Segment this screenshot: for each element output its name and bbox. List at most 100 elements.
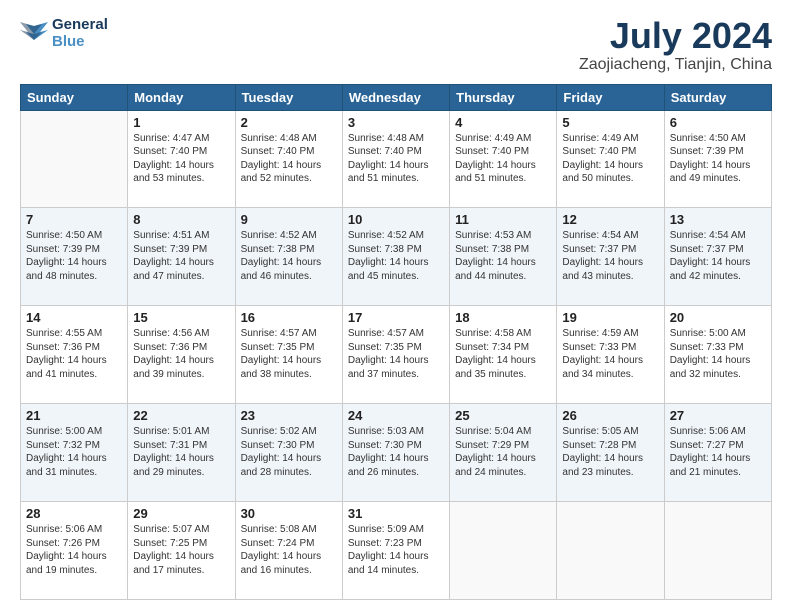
header: General Blue July 2024 Zaojiacheng, Tian…: [20, 16, 772, 74]
daylight-cont: and 43 minutes.: [562, 271, 633, 282]
daylight-text: Daylight: 14 hours: [670, 355, 751, 366]
table-row: 17Sunrise: 4:57 AMSunset: 7:35 PMDayligh…: [342, 306, 449, 404]
daylight-text: Daylight: 14 hours: [133, 160, 214, 171]
day-number: 8: [133, 212, 229, 227]
day-number: 12: [562, 212, 658, 227]
cell-info: Sunrise: 5:06 AMSunset: 7:26 PMDaylight:…: [26, 523, 122, 577]
sunset-text: Sunset: 7:39 PM: [133, 244, 207, 255]
day-number: 18: [455, 310, 551, 325]
sunset-text: Sunset: 7:33 PM: [562, 342, 636, 353]
cell-info: Sunrise: 4:52 AMSunset: 7:38 PMDaylight:…: [241, 229, 337, 283]
day-number: 1: [133, 115, 229, 130]
sunrise-text: Sunrise: 5:07 AM: [133, 524, 209, 535]
cell-info: Sunrise: 5:00 AMSunset: 7:32 PMDaylight:…: [26, 425, 122, 479]
table-row: [664, 502, 771, 600]
sunset-text: Sunset: 7:40 PM: [133, 146, 207, 157]
daylight-cont: and 41 minutes.: [26, 369, 97, 380]
table-row: 9Sunrise: 4:52 AMSunset: 7:38 PMDaylight…: [235, 208, 342, 306]
sunrise-text: Sunrise: 5:03 AM: [348, 426, 424, 437]
daylight-text: Daylight: 14 hours: [133, 551, 214, 562]
day-number: 11: [455, 212, 551, 227]
table-row: 31Sunrise: 5:09 AMSunset: 7:23 PMDayligh…: [342, 502, 449, 600]
daylight-text: Daylight: 14 hours: [26, 355, 107, 366]
daylight-cont: and 45 minutes.: [348, 271, 419, 282]
daylight-text: Daylight: 14 hours: [348, 160, 429, 171]
sunset-text: Sunset: 7:38 PM: [455, 244, 529, 255]
cell-info: Sunrise: 4:54 AMSunset: 7:37 PMDaylight:…: [562, 229, 658, 283]
daylight-text: Daylight: 14 hours: [562, 453, 643, 464]
sunrise-text: Sunrise: 4:52 AM: [348, 230, 424, 241]
cell-info: Sunrise: 4:50 AMSunset: 7:39 PMDaylight:…: [670, 132, 766, 186]
col-saturday: Saturday: [664, 84, 771, 110]
daylight-text: Daylight: 14 hours: [26, 257, 107, 268]
daylight-cont: and 29 minutes.: [133, 467, 204, 478]
sunset-text: Sunset: 7:23 PM: [348, 538, 422, 549]
sunset-text: Sunset: 7:35 PM: [348, 342, 422, 353]
day-number: 23: [241, 408, 337, 423]
sunrise-text: Sunrise: 4:52 AM: [241, 230, 317, 241]
cell-info: Sunrise: 4:49 AMSunset: 7:40 PMDaylight:…: [562, 132, 658, 186]
day-number: 28: [26, 506, 122, 521]
calendar-week-row: 14Sunrise: 4:55 AMSunset: 7:36 PMDayligh…: [21, 306, 772, 404]
day-number: 29: [133, 506, 229, 521]
table-row: 30 Sunrise: 5:08 AMSunset: 7:24 PMDayligh…: [235, 502, 342, 600]
day-number: 17: [348, 310, 444, 325]
day-number: 5: [562, 115, 658, 130]
sunrise-text: Sunrise: 4:57 AM: [348, 328, 424, 339]
cell-info: Sunrise: 5:04 AMSunset: 7:29 PMDaylight:…: [455, 425, 551, 479]
daylight-text: Daylight: 14 hours: [562, 257, 643, 268]
sunrise-text: Sunrise: 4:57 AM: [241, 328, 317, 339]
cell-info: Sunrise: 4:51 AMSunset: 7:39 PMDaylight:…: [133, 229, 229, 283]
page: General Blue July 2024 Zaojiacheng, Tian…: [0, 0, 792, 612]
cell-info: Sunrise: 4:52 AMSunset: 7:38 PMDaylight:…: [348, 229, 444, 283]
day-number: 6: [670, 115, 766, 130]
day-number: 10: [348, 212, 444, 227]
sunrise-text: Sunrise: 4:54 AM: [562, 230, 638, 241]
cell-info: Sunrise: 4:56 AMSunset: 7:36 PMDaylight:…: [133, 327, 229, 381]
calendar-week-row: 21Sunrise: 5:00 AMSunset: 7:32 PMDayligh…: [21, 404, 772, 502]
cell-info: Sunrise: 5:06 AMSunset: 7:27 PMDaylight:…: [670, 425, 766, 479]
cell-info: Sunrise: 4:47 AMSunset: 7:40 PMDaylight:…: [133, 132, 229, 186]
sunrise-text: Sunrise: 5:06 AM: [670, 426, 746, 437]
table-row: 28 Sunrise: 5:06 AMSunset: 7:26 PMDayligh…: [21, 502, 128, 600]
daylight-cont: and 26 minutes.: [348, 467, 419, 478]
month-title: July 2024: [579, 16, 772, 56]
daylight-text: Daylight: 14 hours: [670, 453, 751, 464]
cell-info: Sunrise: 4:57 AMSunset: 7:35 PMDaylight:…: [348, 327, 444, 381]
daylight-text: Daylight: 14 hours: [348, 257, 429, 268]
cell-info: Sunrise: 5:02 AMSunset: 7:30 PMDaylight:…: [241, 425, 337, 479]
cell-info: Sunrise: 5:08 AMSunset: 7:24 PMDaylight:…: [241, 523, 337, 577]
daylight-text: Daylight: 14 hours: [455, 453, 536, 464]
cell-info: Sunrise: 4:49 AMSunset: 7:40 PMDaylight:…: [455, 132, 551, 186]
sunset-text: Sunset: 7:26 PM: [26, 538, 100, 549]
sunset-text: Sunset: 7:36 PM: [133, 342, 207, 353]
daylight-text: Daylight: 14 hours: [455, 355, 536, 366]
sunset-text: Sunset: 7:35 PM: [241, 342, 315, 353]
day-number: 22: [133, 408, 229, 423]
daylight-cont: and 32 minutes.: [670, 369, 741, 380]
daylight-text: Daylight: 14 hours: [241, 453, 322, 464]
calendar-week-row: 1 Sunrise: 4:47 AMSunset: 7:40 PMDaylight…: [21, 110, 772, 208]
col-wednesday: Wednesday: [342, 84, 449, 110]
table-row: 21Sunrise: 5:00 AMSunset: 7:32 PMDayligh…: [21, 404, 128, 502]
cell-info: Sunrise: 4:59 AMSunset: 7:33 PMDaylight:…: [562, 327, 658, 381]
day-number: 30: [241, 506, 337, 521]
cell-info: Sunrise: 5:00 AMSunset: 7:33 PMDaylight:…: [670, 327, 766, 381]
table-row: 16Sunrise: 4:57 AMSunset: 7:35 PMDayligh…: [235, 306, 342, 404]
sunset-text: Sunset: 7:30 PM: [348, 440, 422, 451]
day-number: 15: [133, 310, 229, 325]
cell-info: Sunrise: 4:48 AMSunset: 7:40 PMDaylight:…: [348, 132, 444, 186]
sunrise-text: Sunrise: 5:00 AM: [26, 426, 102, 437]
daylight-cont: and 47 minutes.: [133, 271, 204, 282]
sunrise-text: Sunrise: 4:50 AM: [670, 133, 746, 144]
daylight-cont: and 50 minutes.: [562, 173, 633, 184]
sunrise-text: Sunrise: 5:05 AM: [562, 426, 638, 437]
table-row: 26Sunrise: 5:05 AMSunset: 7:28 PMDayligh…: [557, 404, 664, 502]
day-number: 20: [670, 310, 766, 325]
daylight-text: Daylight: 14 hours: [26, 551, 107, 562]
daylight-text: Daylight: 14 hours: [455, 160, 536, 171]
day-number: 31: [348, 506, 444, 521]
sunset-text: Sunset: 7:32 PM: [26, 440, 100, 451]
title-block: July 2024 Zaojiacheng, Tianjin, China: [579, 16, 772, 74]
table-row: 5 Sunrise: 4:49 AMSunset: 7:40 PMDaylight…: [557, 110, 664, 208]
